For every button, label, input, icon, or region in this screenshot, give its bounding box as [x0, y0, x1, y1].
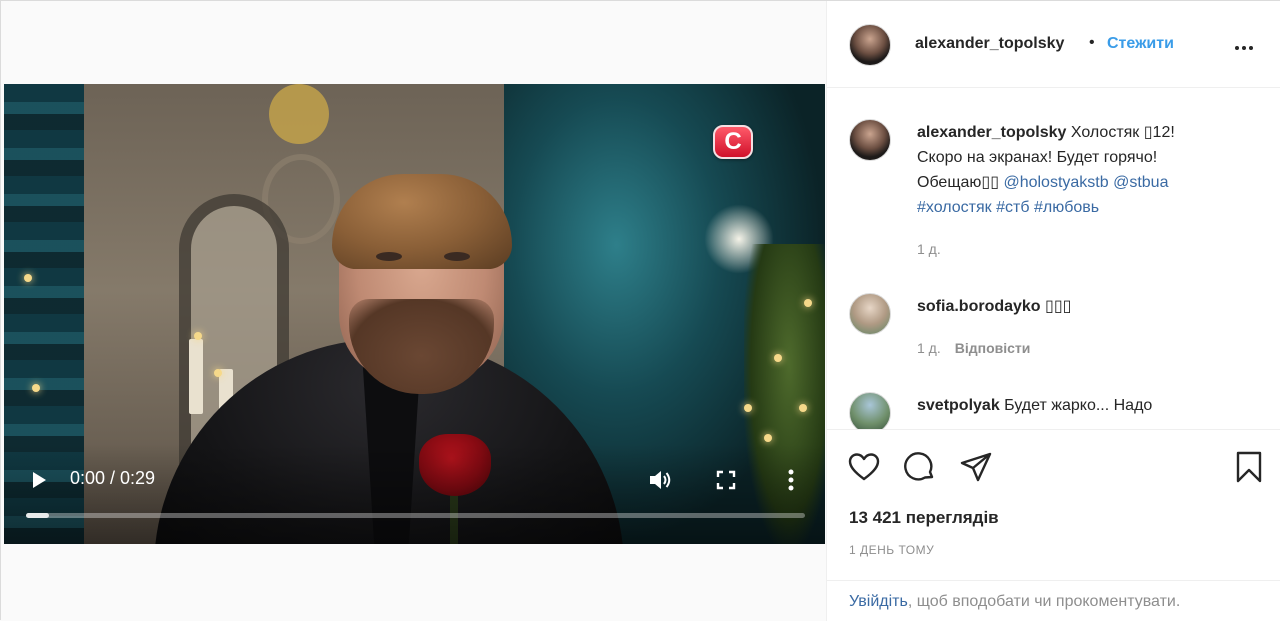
bokeh-light	[774, 354, 782, 362]
login-prompt-text: Увійдіть, щоб вподобати чи прокоментуват…	[849, 593, 1180, 611]
hashtag-link[interactable]: #стб	[996, 199, 1029, 216]
post-header: alexander_topolsky • Стежити	[827, 1, 1280, 88]
avatar[interactable]	[849, 24, 891, 66]
heart-icon	[848, 453, 880, 481]
comment-body: Будет жарко... Надо	[1004, 397, 1153, 414]
bokeh-light	[744, 404, 752, 412]
avatar[interactable]	[849, 119, 891, 161]
candle	[189, 339, 203, 414]
comment-body: ▯▯▯	[1045, 298, 1072, 315]
comments-list[interactable]: alexander_topolsky Холостяк ▯12! Скоро н…	[827, 89, 1280, 429]
video-controls: 0:00 / 0:29	[4, 444, 825, 544]
video-more-button[interactable]	[788, 468, 794, 492]
like-button[interactable]	[847, 450, 881, 484]
video-progress-bar[interactable]	[26, 513, 805, 518]
caption-line1: Холостяк ▯12!	[1070, 124, 1175, 141]
author-username[interactable]: alexander_topolsky	[915, 35, 1064, 53]
fullscreen-icon	[716, 470, 736, 490]
post-date[interactable]: 1 ДЕНЬ ТОМУ	[849, 543, 934, 557]
login-prompt: Увійдіть, щоб вподобати чи прокоментуват…	[827, 580, 1280, 621]
play-button[interactable]	[30, 471, 48, 489]
options-button[interactable]	[1235, 37, 1259, 50]
save-button[interactable]	[1232, 450, 1266, 484]
view-count[interactable]: 13 421 переглядів	[849, 508, 999, 528]
person-eye	[376, 252, 402, 261]
channel-logo: С	[713, 125, 753, 159]
bokeh-light	[32, 384, 40, 392]
comment-username[interactable]: svetpolyak	[917, 397, 1000, 414]
video-player[interactable]: С 0:00 / 0:29	[4, 84, 825, 544]
bokeh-light	[804, 299, 812, 307]
bokeh-light	[799, 404, 807, 412]
bookmark-icon	[1236, 451, 1262, 483]
hashtag-link[interactable]: #холостяк	[917, 199, 992, 216]
comment-meta: 1 д. Відповісти	[917, 340, 1030, 356]
person-eye	[444, 252, 470, 261]
comment-username[interactable]: sofia.borodayko	[917, 298, 1041, 315]
hashtag-link[interactable]: #любовь	[1034, 199, 1099, 216]
caption-line2: Скоро на экранах! Будет горячо!	[917, 149, 1158, 166]
more-vertical-icon	[788, 469, 794, 491]
instagram-post: С 0:00 / 0:29 alexander_topolsky • Стежи…	[0, 0, 1280, 621]
comment-timestamp[interactable]: 1 д.	[917, 340, 941, 356]
reply-button[interactable]: Відповісти	[955, 340, 1031, 356]
volume-icon	[650, 471, 671, 489]
more-horizontal-icon	[1235, 46, 1239, 50]
login-prompt-rest: , щоб вподобати чи прокоментувати.	[907, 593, 1181, 610]
mention-link[interactable]: @holostyakstb	[1003, 174, 1108, 191]
share-button[interactable]	[959, 450, 993, 484]
video-progress-fill	[26, 513, 50, 518]
caption-timestamp[interactable]: 1 д.	[917, 241, 941, 257]
mention-link[interactable]: @stbua	[1113, 174, 1168, 191]
avatar[interactable]	[849, 293, 891, 335]
caption-text: alexander_topolsky Холостяк ▯12! Скоро н…	[917, 120, 1257, 220]
follow-button[interactable]: Стежити	[1107, 35, 1174, 53]
login-link[interactable]: Увійдіть	[849, 593, 908, 610]
fullscreen-button[interactable]	[716, 470, 736, 490]
separator-dot: •	[1089, 34, 1095, 51]
bokeh-light	[24, 274, 32, 282]
avatar[interactable]	[849, 392, 891, 429]
bokeh-light	[764, 434, 772, 442]
comment-button[interactable]	[903, 450, 937, 484]
wall-plate	[269, 84, 329, 144]
volume-button[interactable]	[648, 468, 674, 492]
caption-username[interactable]: alexander_topolsky	[917, 124, 1066, 141]
bokeh-light	[194, 332, 202, 340]
bokeh-light	[214, 369, 222, 377]
caption-line3: Обещаю▯▯	[917, 174, 1004, 191]
post-actions: 13 421 переглядів 1 ДЕНЬ ТОМУ	[827, 429, 1280, 584]
comment-text: svetpolyak Будет жарко... Надо	[917, 393, 1257, 418]
video-time: 0:00 / 0:29	[70, 468, 156, 488]
comment-text: sofia.borodayko ▯▯▯	[917, 294, 1257, 319]
post-sidebar: alexander_topolsky • Стежити alexander_t…	[826, 1, 1280, 621]
play-icon	[33, 472, 46, 488]
comment-bubble-icon	[904, 452, 934, 481]
paper-plane-icon	[960, 452, 992, 482]
